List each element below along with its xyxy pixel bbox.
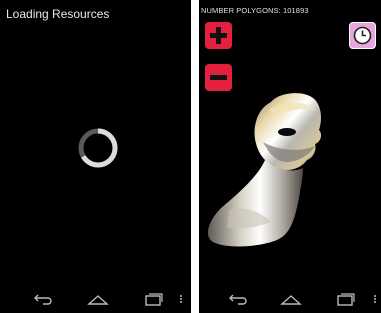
loading-title: Loading Resources	[6, 7, 110, 21]
navigation-bar	[199, 287, 381, 313]
3d-head-bust-model[interactable]	[199, 90, 381, 250]
recents-icon[interactable]	[333, 289, 357, 309]
loading-screen: Loading Resources	[0, 0, 191, 313]
navigation-bar	[0, 287, 191, 313]
overflow-menu-icon[interactable]	[373, 292, 377, 306]
minus-icon	[210, 75, 227, 80]
zoom-out-button[interactable]	[205, 64, 232, 91]
back-icon[interactable]	[226, 289, 250, 309]
plus-icon	[210, 27, 227, 44]
recents-icon[interactable]	[141, 289, 165, 309]
overflow-menu-icon[interactable]	[179, 292, 183, 306]
clock-icon	[353, 26, 372, 45]
loading-spinner-icon	[77, 127, 119, 169]
polygon-count: NUMBER POLYGONS: 101893	[201, 6, 309, 15]
zoom-in-button[interactable]	[205, 22, 232, 49]
model-viewer-screen: NUMBER POLYGONS: 101893	[199, 0, 381, 313]
home-icon[interactable]	[86, 289, 110, 309]
home-icon[interactable]	[279, 289, 303, 309]
back-icon[interactable]	[31, 289, 55, 309]
clock-button[interactable]	[349, 22, 376, 49]
